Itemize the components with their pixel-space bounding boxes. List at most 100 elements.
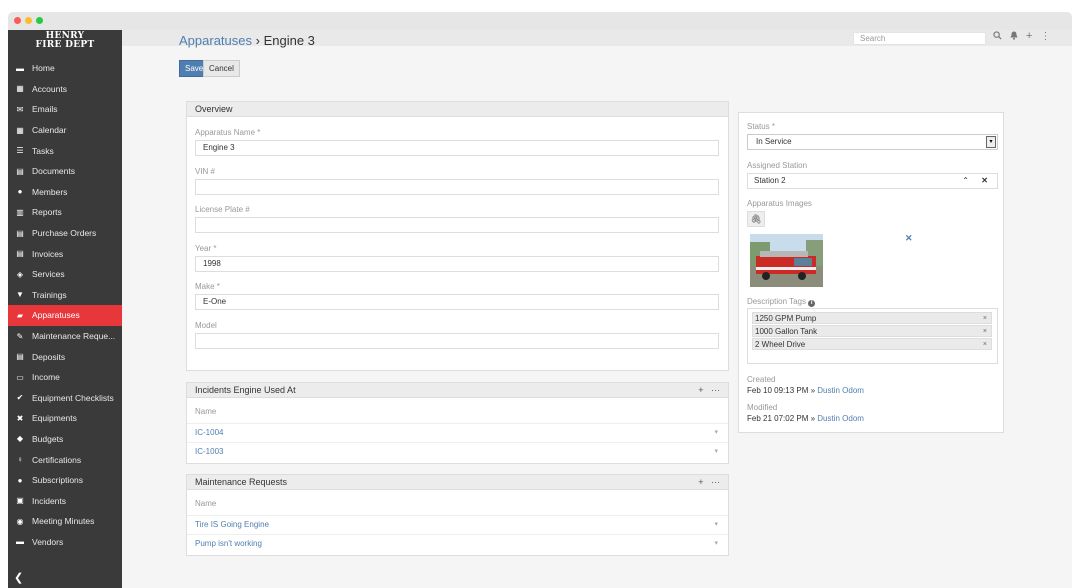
make-input[interactable]: E-One xyxy=(195,294,719,310)
row-link[interactable]: IC-1003 xyxy=(195,447,223,456)
sidebar-item-services[interactable]: ◈ Services xyxy=(8,264,122,285)
chevron-down-icon[interactable]: ▾ xyxy=(714,443,718,461)
vendor-icon: ▬ xyxy=(16,537,24,547)
sidebar-item-maintenance-reque[interactable]: ✎ Maintenance Reque... xyxy=(8,326,122,347)
maintenance-heading-label: Maintenance Requests xyxy=(195,477,288,487)
station-select[interactable]: Station 2 ⌃ ✕ xyxy=(747,173,998,189)
year-label: Year * xyxy=(195,244,217,253)
sidebar-item-meeting-minutes[interactable]: ◉ Meeting Minutes xyxy=(8,511,122,532)
chevron-up-icon[interactable]: ⌃ xyxy=(962,174,969,188)
cancel-button[interactable]: Cancel xyxy=(203,60,240,77)
attach-button[interactable]: 🖇 xyxy=(747,211,765,227)
maintenance-heading: Maintenance Requests + ··· xyxy=(187,475,728,490)
apparatus-name-input[interactable]: Engine 3 xyxy=(195,140,719,156)
remove-tag-icon[interactable]: × xyxy=(983,313,987,324)
search-input[interactable]: Search xyxy=(853,32,986,45)
sidebar-item-trainings[interactable]: ▼ Trainings xyxy=(8,285,122,306)
add-maintenance-icon[interactable]: + xyxy=(698,477,703,487)
sidebar-item-label: Trainings xyxy=(32,289,67,300)
model-label: Model xyxy=(195,321,217,330)
sidebar-item-members[interactable]: ● Members xyxy=(8,182,122,203)
remove-image-icon[interactable]: ✕ xyxy=(905,233,913,244)
sidebar-item-label: Vendors xyxy=(32,536,64,547)
sidebar-item-equipment-checklists[interactable]: ✔ Equipment Checklists xyxy=(8,388,122,409)
table-row[interactable]: Pump isn't working ▾ xyxy=(187,534,728,553)
chevron-down-icon[interactable]: ▾ xyxy=(714,535,718,553)
created-date: Feb 10 09:13 PM » xyxy=(747,386,816,395)
services-icon: ◈ xyxy=(16,269,24,279)
status-select[interactable]: In Service ▾ xyxy=(747,134,998,150)
chevron-down-icon[interactable]: ▾ xyxy=(986,136,996,148)
sidebar-item-subscriptions[interactable]: ● Subscriptions xyxy=(8,470,122,491)
row-link[interactable]: Pump isn't working xyxy=(195,539,262,548)
logo[interactable]: HENRY FIRE DEPT xyxy=(8,30,122,58)
sidebar-item-vendors[interactable]: ▬ Vendors xyxy=(8,532,122,553)
more-icon[interactable]: ··· xyxy=(711,477,720,487)
search-icon[interactable] xyxy=(993,31,1002,42)
row-link[interactable]: Tire IS Going Engine xyxy=(195,520,269,529)
sidebar-item-income[interactable]: ▭ Income xyxy=(8,367,122,388)
created-label: Created xyxy=(747,375,776,384)
license-plate-input[interactable] xyxy=(195,217,719,233)
add-incident-icon[interactable]: + xyxy=(698,385,703,395)
sidebar-item-apparatuses[interactable]: ▰ Apparatuses xyxy=(8,305,122,326)
chevron-down-icon[interactable]: ▾ xyxy=(714,516,718,534)
tags-label-text: Description Tags xyxy=(747,297,806,306)
sidebar: HENRY FIRE DEPT ▬ Home ▦ Accounts ✉ Emails ▦ Ca… xyxy=(8,30,122,588)
fire-engine-image[interactable] xyxy=(750,234,823,287)
sidebar-item-label: Home xyxy=(32,63,55,74)
sidebar-item-label: Income xyxy=(32,372,60,383)
sidebar-nav: ▬ Home ▦ Accounts ✉ Emails ▦ Calendar ☰ Tasks ▤ Doc… xyxy=(8,58,122,552)
clear-icon[interactable]: ✕ xyxy=(981,174,988,188)
bell-icon[interactable] xyxy=(1010,31,1018,42)
incidents-panel: Incidents Engine Used At + ··· Name IC-1… xyxy=(186,382,729,464)
minimize-window-icon[interactable] xyxy=(25,17,32,24)
remove-tag-icon[interactable]: × xyxy=(983,326,987,337)
maximize-window-icon[interactable] xyxy=(36,17,43,24)
table-row[interactable]: IC-1003 ▾ xyxy=(187,442,728,461)
modified-value: Feb 21 07:02 PM » Dustin Odom xyxy=(747,414,864,423)
collapse-sidebar-icon[interactable]: ❮ xyxy=(14,571,23,584)
close-window-icon[interactable] xyxy=(14,17,21,24)
sidebar-item-certifications[interactable]: ♀ Certifications xyxy=(8,449,122,470)
add-icon[interactable]: + xyxy=(1026,31,1032,42)
sidebar-item-calendar[interactable]: ▦ Calendar xyxy=(8,120,122,141)
sidebar-item-home[interactable]: ▬ Home xyxy=(8,58,122,79)
created-by-link[interactable]: Dustin Odom xyxy=(817,386,864,395)
sidebar-item-label: Purchase Orders xyxy=(32,228,97,239)
chevron-down-icon[interactable]: ▾ xyxy=(714,424,718,442)
logo-line-2: FIRE DEPT xyxy=(35,40,95,50)
table-row[interactable]: Tire IS Going Engine ▾ xyxy=(187,515,728,534)
maintenance-actions: + ··· xyxy=(698,475,720,490)
sidebar-item-deposits[interactable]: ▤ Deposits xyxy=(8,346,122,367)
sidebar-item-invoices[interactable]: ▤ Invoices xyxy=(8,243,122,264)
table-row[interactable]: IC-1004 ▾ xyxy=(187,423,728,442)
sidebar-item-label: Deposits xyxy=(32,351,66,362)
sidebar-item-emails[interactable]: ✉ Emails xyxy=(8,99,122,120)
sidebar-item-purchase-orders[interactable]: ▤ Purchase Orders xyxy=(8,223,122,244)
more-icon[interactable]: ··· xyxy=(711,385,720,395)
sidebar-item-tasks[interactable]: ☰ Tasks xyxy=(8,140,122,161)
info-icon[interactable]: i xyxy=(808,300,816,307)
subscription-icon: ● xyxy=(17,475,23,485)
vin-input[interactable] xyxy=(195,179,719,195)
row-link[interactable]: IC-1004 xyxy=(195,428,223,437)
tags-input[interactable]: 1250 GPM Pump × 1000 Gallon Tank × 2 Wheel… xyxy=(747,308,998,364)
sidebar-item-accounts[interactable]: ▦ Accounts xyxy=(8,79,122,100)
breadcrumb-apparatuses[interactable]: Apparatuses xyxy=(179,33,252,48)
sidebar-item-label: Reports xyxy=(32,207,62,218)
modified-by-link[interactable]: Dustin Odom xyxy=(817,414,864,423)
sidebar-item-equipments[interactable]: ✖ Equipments xyxy=(8,408,122,429)
remove-tag-icon[interactable]: × xyxy=(983,339,987,350)
sidebar-item-reports[interactable]: ▥ Reports xyxy=(8,202,122,223)
sidebar-item-incidents[interactable]: ▣ Incidents xyxy=(8,490,122,511)
model-input[interactable] xyxy=(195,333,719,349)
year-input[interactable]: 1998 xyxy=(195,256,719,272)
sidebar-item-label: Subscriptions xyxy=(32,475,84,486)
check-icon: ✔ xyxy=(16,393,24,403)
more-vertical-icon[interactable]: ⋮ xyxy=(1040,31,1050,42)
apparatus-name-label: Apparatus Name * xyxy=(195,128,261,137)
sidebar-item-budgets[interactable]: ◆ Budgets xyxy=(8,429,122,450)
status-label: Status * xyxy=(747,122,776,131)
sidebar-item-documents[interactable]: ▤ Documents xyxy=(8,161,122,182)
